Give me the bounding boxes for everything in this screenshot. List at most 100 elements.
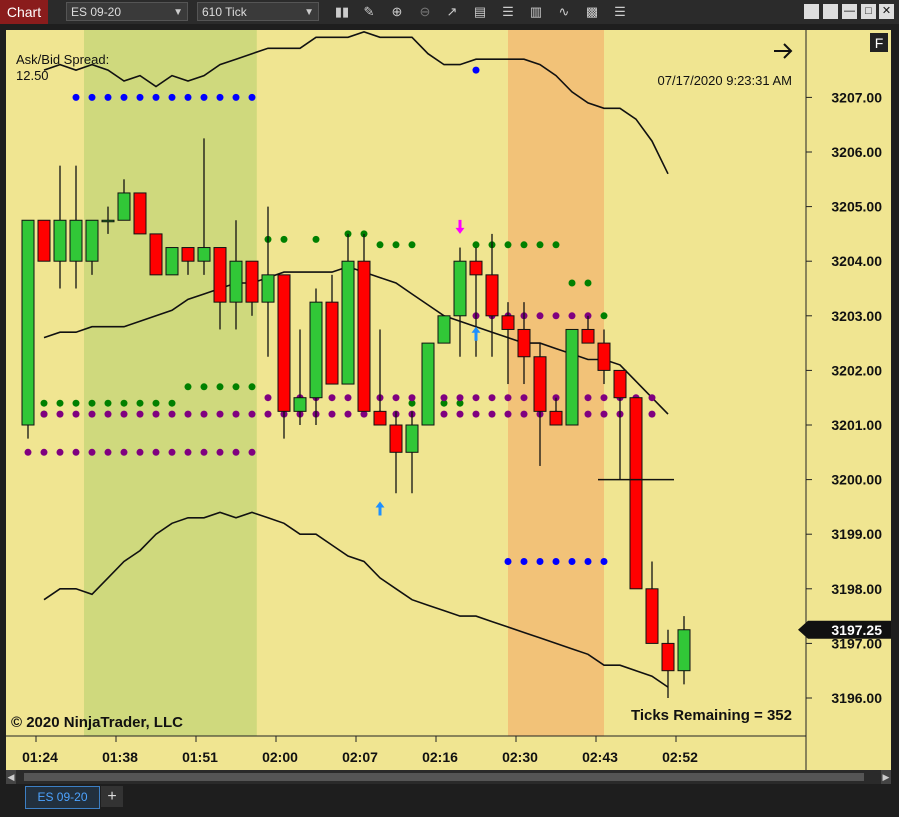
chart-panel[interactable]: 3196.00 3197.00 3198.00 3199.00 3200.00 3201.… — [6, 30, 891, 770]
interval-selector[interactable]: 610 Tick ▼ — [197, 2, 319, 21]
bear-candle — [469, 260, 483, 276]
purple-dot — [392, 394, 400, 402]
bear-candle — [629, 397, 643, 590]
bear-candle — [581, 328, 595, 344]
bull-candle — [165, 247, 179, 276]
green-dot — [184, 383, 192, 391]
chart-tab[interactable]: Chart — [0, 0, 48, 24]
x-tick-label: 01:38 — [102, 749, 138, 765]
bear-candle — [373, 410, 387, 426]
purple-dot — [408, 394, 416, 402]
price-chart[interactable]: 3196.003197.003198.003199.003200.003201.… — [6, 30, 891, 770]
zoom-in-icon[interactable]: ⊕ — [388, 3, 406, 21]
bear-candle — [485, 274, 499, 317]
blue-dot — [232, 93, 240, 101]
close-icon[interactable]: ✕ — [879, 4, 894, 19]
y-tick-label: 3205.00 — [831, 199, 882, 215]
green-dot — [232, 383, 240, 391]
bear-candle — [149, 233, 163, 276]
window-tile-icon[interactable] — [823, 4, 838, 19]
purple-dot — [248, 448, 256, 456]
chevron-down-icon: ▼ — [304, 7, 314, 18]
purple-dot — [552, 312, 560, 320]
bull-candle — [421, 342, 435, 426]
y-tick-label: 3198.00 — [831, 581, 882, 597]
green-dot — [72, 399, 80, 407]
chevron-down-icon: ▼ — [173, 7, 183, 18]
y-tick-label: 3203.00 — [831, 308, 882, 324]
x-tick-label: 01:51 — [182, 749, 218, 765]
purple-dot — [456, 410, 464, 418]
purple-dot — [56, 410, 64, 418]
window-tile-icon[interactable] — [804, 4, 819, 19]
blue-dot — [88, 93, 96, 101]
purple-dot — [72, 410, 80, 418]
bear-candle — [533, 356, 547, 412]
bull-candle — [293, 397, 307, 412]
purple-dot — [264, 410, 272, 418]
green-dot — [104, 399, 112, 407]
indicators-icon[interactable]: ▥ — [527, 3, 545, 21]
zoom-out-icon[interactable]: ⊖ — [416, 3, 434, 21]
horizontal-scrollbar[interactable]: ◀ ▶ — [6, 770, 891, 784]
blue-dot — [120, 93, 128, 101]
strategies-icon[interactable]: ∿ — [555, 3, 573, 21]
instrument-tab[interactable]: ES 09-20 — [25, 786, 100, 809]
properties-icon[interactable]: ▩ — [583, 3, 601, 21]
scroll-right-icon[interactable]: ▶ — [881, 770, 891, 784]
bull-candle — [261, 274, 275, 303]
purple-dot — [40, 410, 48, 418]
green-dot — [472, 241, 480, 249]
scrollbar-thumb[interactable] — [24, 773, 864, 781]
instrument-selector[interactable]: ES 09-20 ▼ — [66, 2, 188, 21]
purple-dot — [328, 410, 336, 418]
purple-dot — [168, 410, 176, 418]
bull-candle — [437, 315, 451, 344]
blue-dot — [600, 558, 608, 565]
pointer-icon[interactable]: ↗ — [443, 3, 461, 21]
scroll-left-icon[interactable]: ◀ — [6, 770, 16, 784]
purple-dot — [456, 394, 464, 402]
blue-dot — [184, 93, 192, 101]
f-badge-label: F — [875, 35, 884, 51]
x-tick-label: 02:43 — [582, 749, 618, 765]
purple-dot — [152, 410, 160, 418]
green-dot — [136, 399, 144, 407]
instrument-tab-bar — [0, 784, 899, 817]
blue-dot — [536, 558, 544, 565]
bar-style-icon[interactable]: ▮▮ — [333, 3, 351, 21]
blue-dot — [136, 93, 144, 101]
drawing-tool-pencil-icon[interactable]: ✎ — [360, 3, 378, 21]
minimize-icon[interactable]: — — [842, 4, 857, 19]
green-dot — [40, 399, 48, 407]
purple-dot — [232, 448, 240, 456]
purple-dot — [248, 410, 256, 418]
bear-candle — [325, 301, 339, 385]
menu-list-icon[interactable]: ☰ — [611, 3, 629, 21]
purple-dot — [344, 394, 352, 402]
bear-candle — [181, 247, 195, 262]
purple-dot — [584, 410, 592, 418]
x-tick-label: 02:00 — [262, 749, 298, 765]
data-box-icon[interactable]: ▤ — [471, 3, 489, 21]
purple-dot — [344, 410, 352, 418]
maximize-icon[interactable]: □ — [861, 4, 876, 19]
bear-candle — [645, 588, 659, 644]
green-dot — [408, 241, 416, 249]
purple-dot — [488, 394, 496, 402]
purple-dot — [648, 394, 656, 402]
bear-candle — [213, 247, 227, 303]
interval-selector-label: 610 Tick — [202, 5, 247, 19]
green-zone — [84, 30, 257, 736]
bull-candle — [453, 260, 467, 317]
x-tick-label: 02:30 — [502, 749, 538, 765]
bull-candle — [197, 247, 211, 262]
templates-icon[interactable]: ☰ — [499, 3, 517, 21]
blue-dot — [552, 558, 560, 565]
blue-dot — [216, 93, 224, 101]
add-tab-button[interactable]: + — [101, 786, 123, 807]
y-tick-label: 3202.00 — [831, 362, 882, 378]
blue-dot — [104, 93, 112, 101]
purple-dot — [216, 410, 224, 418]
y-tick-label: 3200.00 — [831, 472, 882, 488]
